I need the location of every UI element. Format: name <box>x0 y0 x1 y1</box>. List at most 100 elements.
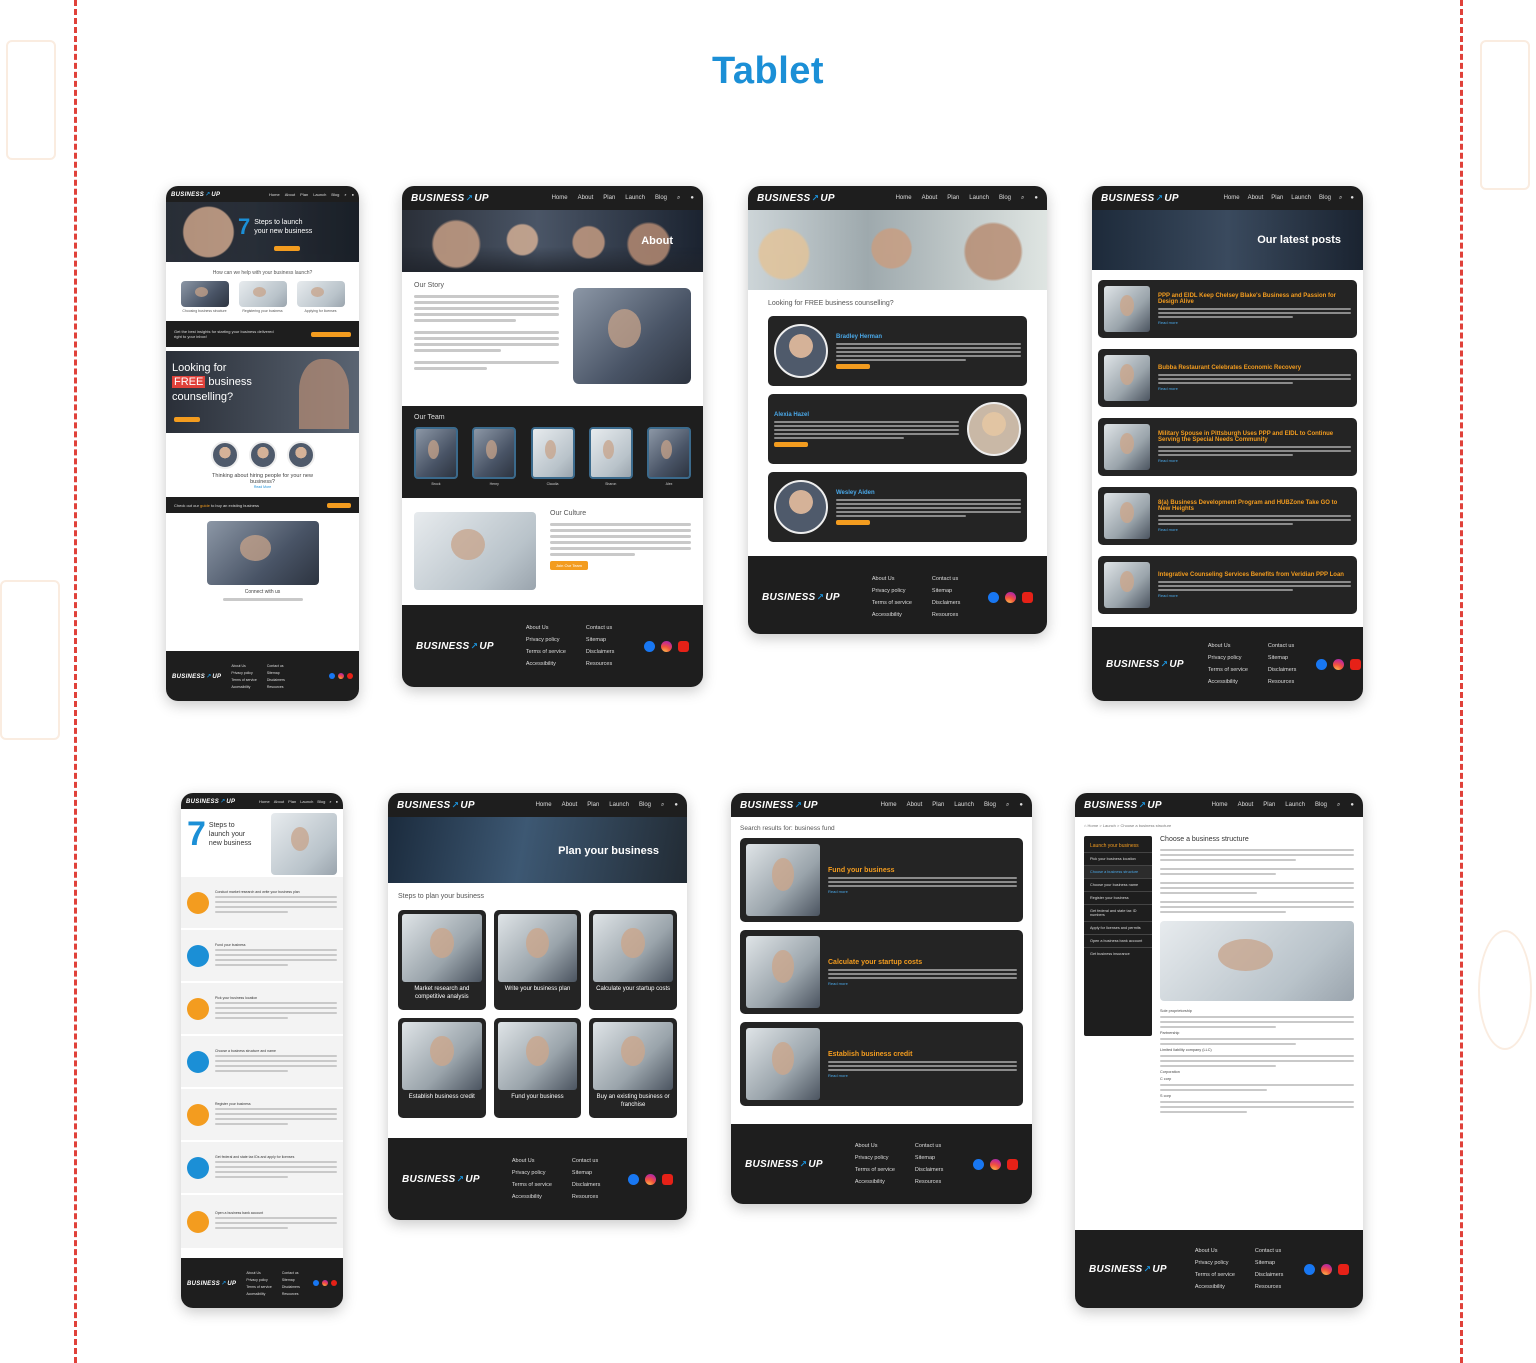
step-item[interactable]: Get federal and state tax IDs and apply … <box>181 1142 343 1195</box>
sidebar-item[interactable]: Get business insurance <box>1084 948 1152 960</box>
footer-link[interactable]: Contact us <box>915 1143 943 1149</box>
nav-about[interactable]: About <box>285 192 295 197</box>
youtube-icon[interactable] <box>678 640 689 652</box>
sidebar-item[interactable]: Choose your business name <box>1084 879 1152 892</box>
nav-home[interactable]: Home <box>881 802 897 808</box>
footer-link[interactable]: Accessibility <box>855 1179 895 1185</box>
footer-link[interactable]: Privacy policy <box>855 1155 895 1161</box>
hero-button[interactable] <box>274 246 300 251</box>
nav-launch[interactable]: Launch <box>1285 802 1305 808</box>
footer-logo[interactable]: BUSINESS↗UP <box>1106 659 1184 670</box>
nav-launch[interactable]: Launch <box>313 192 326 197</box>
footer-link[interactable]: Disclaimers <box>282 1285 300 1289</box>
nav-about[interactable]: About <box>1248 195 1264 201</box>
footer-link[interactable]: Accessibility <box>1195 1284 1235 1290</box>
nav-home[interactable]: Home <box>552 195 568 201</box>
search-result-card[interactable]: Calculate your startup costs Read more <box>740 930 1023 1014</box>
nav-blog[interactable]: Blog <box>639 802 651 808</box>
help-card[interactable]: Choosing business structure <box>180 281 229 313</box>
logo[interactable]: BUSINESS↗UP <box>397 800 475 811</box>
nav-about[interactable]: About <box>907 802 923 808</box>
footer-link[interactable]: Resources <box>915 1179 943 1185</box>
footer-logo[interactable]: BUSINESS↗UP <box>187 1280 236 1287</box>
user-icon[interactable]: ● <box>336 799 338 804</box>
join-team-button[interactable]: Join Our Team <box>550 561 588 570</box>
nav-blog[interactable]: Blog <box>1315 802 1327 808</box>
youtube-icon[interactable] <box>347 673 353 679</box>
user-icon[interactable]: ● <box>1350 195 1354 201</box>
footer-logo[interactable]: BUSINESS↗UP <box>172 673 221 680</box>
home-icon[interactable]: ⌂ <box>1084 823 1086 828</box>
facebook-icon[interactable] <box>1304 1263 1315 1275</box>
footer-link[interactable]: Resources <box>932 612 960 618</box>
nav-launch[interactable]: Launch <box>609 802 629 808</box>
logo[interactable]: BUSINESS↗UP <box>1084 800 1162 811</box>
nav-plan[interactable]: Plan <box>932 802 944 808</box>
footer-link[interactable]: Terms of service <box>512 1182 552 1188</box>
free-counselling-button[interactable] <box>174 417 200 422</box>
logo[interactable]: BUSINESS↗UP <box>1101 193 1179 204</box>
search-icon[interactable]: ⌕ <box>329 799 331 804</box>
team-member[interactable]: Alex <box>647 427 691 486</box>
footer-link[interactable]: Contact us <box>1268 643 1296 649</box>
nav-launch[interactable]: Launch <box>954 802 974 808</box>
help-card[interactable]: Applying for licenses <box>296 281 345 313</box>
footer-link[interactable]: About Us <box>1208 643 1248 649</box>
check-availability-button[interactable] <box>774 441 808 447</box>
search-icon[interactable]: ⌕ <box>1337 802 1340 809</box>
facebook-icon[interactable] <box>988 591 999 603</box>
footer-link[interactable]: Privacy policy <box>1208 655 1248 661</box>
footer-link[interactable]: Sitemap <box>572 1170 600 1176</box>
footer-link[interactable]: Terms of service <box>1208 667 1248 673</box>
search-icon[interactable]: ⌕ <box>1021 195 1024 202</box>
instagram-icon[interactable] <box>322 1280 328 1286</box>
check-availability-button[interactable] <box>836 363 870 369</box>
nav-home[interactable]: Home <box>1224 195 1240 201</box>
step-item[interactable]: Register your business <box>181 1089 343 1142</box>
footer-link[interactable]: About Us <box>512 1158 552 1164</box>
footer-logo[interactable]: BUSINESS↗UP <box>762 592 840 603</box>
instagram-icon[interactable] <box>1005 591 1016 603</box>
footer-link[interactable]: Accessibility <box>872 612 912 618</box>
nav-blog[interactable]: Blog <box>999 195 1011 201</box>
footer-link[interactable]: Privacy policy <box>526 637 566 643</box>
search-icon[interactable]: ⌕ <box>677 195 680 202</box>
facebook-icon[interactable] <box>644 640 655 652</box>
sidebar-title[interactable]: Launch your business <box>1084 840 1152 853</box>
nav-plan[interactable]: Plan <box>603 195 615 201</box>
team-member[interactable]: Henry <box>472 427 517 486</box>
plan-tile[interactable]: Calculate your startup costs <box>589 910 677 1010</box>
check-availability-button[interactable] <box>836 519 870 525</box>
user-icon[interactable]: ● <box>352 192 354 197</box>
team-member[interactable]: Sharon <box>588 427 633 486</box>
search-icon[interactable]: ⌕ <box>1339 195 1342 202</box>
breadcrumb-link[interactable]: Launch <box>1103 823 1116 828</box>
nav-home[interactable]: Home <box>896 195 912 201</box>
footer-link[interactable]: Disclaimers <box>267 678 285 682</box>
user-icon[interactable]: ● <box>674 802 678 808</box>
blog-post-card[interactable]: 8(a) Business Development Program and HU… <box>1098 487 1357 545</box>
youtube-icon[interactable] <box>662 1173 673 1185</box>
nav-about[interactable]: About <box>562 802 578 808</box>
footer-logo[interactable]: BUSINESS↗UP <box>745 1159 823 1170</box>
footer-link[interactable]: Resources <box>1255 1284 1283 1290</box>
nav-home[interactable]: Home <box>536 802 552 808</box>
footer-link[interactable]: Contact us <box>572 1158 600 1164</box>
sidebar-item-active[interactable]: Choose a business structure <box>1084 866 1152 879</box>
nav-plan[interactable]: Plan <box>1271 195 1283 201</box>
sidebar-item[interactable]: Get federal and state tax ID numbers <box>1084 905 1152 922</box>
footer-link[interactable]: Disclaimers <box>915 1167 943 1173</box>
footer-link[interactable]: About Us <box>526 625 566 631</box>
footer-link[interactable]: Sitemap <box>267 671 285 675</box>
blog-post-card[interactable]: Bubba Restaurant Celebrates Economic Rec… <box>1098 349 1357 407</box>
footer-link[interactable]: Resources <box>1268 679 1296 685</box>
footer-link[interactable]: Privacy policy <box>512 1170 552 1176</box>
user-icon[interactable]: ● <box>690 195 694 201</box>
nav-about[interactable]: About <box>578 195 594 201</box>
nav-about[interactable]: About <box>1238 802 1254 808</box>
footer-logo[interactable]: BUSINESS↗UP <box>402 1174 480 1185</box>
guide-button[interactable] <box>327 502 351 508</box>
youtube-icon[interactable] <box>1338 1263 1349 1275</box>
footer-link[interactable]: Privacy policy <box>872 588 912 594</box>
step-item[interactable]: Open a business bank account <box>181 1195 343 1248</box>
